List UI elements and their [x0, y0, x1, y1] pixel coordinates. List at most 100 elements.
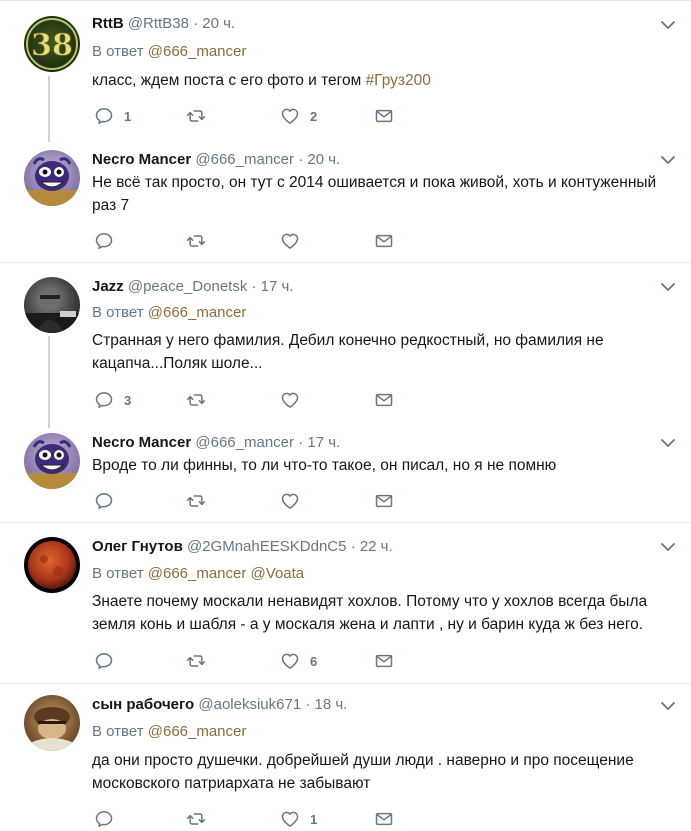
- like-button[interactable]: 6: [280, 649, 317, 673]
- retweet-icon: [186, 809, 206, 829]
- timestamp[interactable]: 20 ч.: [202, 15, 235, 32]
- direct-message-icon: [374, 651, 394, 671]
- timestamp[interactable]: 17 ч.: [307, 434, 340, 451]
- avatar[interactable]: [24, 695, 80, 751]
- retweet-button[interactable]: [186, 104, 206, 128]
- avatar[interactable]: [24, 537, 80, 593]
- tweet-text: Странная у него фамилия. Дебил конечно р…: [92, 332, 604, 372]
- username[interactable]: @aoleksiuk671: [198, 696, 301, 713]
- reply-icon: [94, 106, 114, 126]
- retweet-button[interactable]: [186, 807, 206, 831]
- like-icon: [280, 231, 300, 251]
- avatar-image: 38: [26, 18, 78, 70]
- reply-mention-link[interactable]: @666_mancer: [148, 723, 247, 740]
- reply-context: В ответ @666_mancer: [92, 723, 246, 741]
- retweet-icon: [186, 106, 206, 126]
- like-button[interactable]: [280, 229, 300, 253]
- like-button[interactable]: [280, 489, 300, 513]
- reply-prefix: В ответ: [92, 43, 144, 60]
- chevron-down-icon[interactable]: [660, 437, 676, 449]
- like-icon: [280, 651, 300, 671]
- like-button[interactable]: 2: [280, 104, 317, 128]
- reply-mention-link-2[interactable]: @Voata: [251, 565, 305, 582]
- tweet[interactable]: Necro Mancer @666_mancer · 20 ч. Не всё …: [0, 140, 691, 262]
- chevron-down-icon[interactable]: [660, 19, 676, 31]
- reply-mention-link[interactable]: @666_mancer: [148, 304, 247, 321]
- display-name[interactable]: Necro Mancer: [92, 434, 191, 451]
- tweet[interactable]: Necro Mancer @666_mancer · 17 ч. Вроде т…: [0, 423, 691, 522]
- display-name[interactable]: Олег Гнутов: [92, 538, 183, 555]
- timestamp[interactable]: 20 ч.: [307, 151, 340, 168]
- reply-button[interactable]: 3: [94, 388, 131, 412]
- display-name[interactable]: RttB: [92, 15, 124, 32]
- avatar-image: [28, 541, 76, 589]
- direct-message-button[interactable]: [374, 388, 394, 412]
- display-name[interactable]: Necro Mancer: [92, 151, 191, 168]
- reply-icon: [94, 231, 114, 251]
- direct-message-button[interactable]: [374, 489, 394, 513]
- like-icon: [280, 106, 300, 126]
- like-icon: [280, 491, 300, 511]
- avatar-image: [24, 157, 80, 206]
- like-button[interactable]: 1: [280, 807, 317, 831]
- timestamp[interactable]: 17 ч.: [261, 278, 294, 295]
- reply-button[interactable]: 1: [94, 104, 131, 128]
- avatar[interactable]: [24, 433, 80, 489]
- tweet[interactable]: 38 RttB @RttB38 · 20 ч. В ответ @666_man…: [0, 0, 691, 140]
- tweet[interactable]: сын рабочего @aoleksiuk671 · 18 ч. В отв…: [0, 684, 691, 831]
- like-icon: [280, 809, 300, 829]
- retweet-button[interactable]: [186, 489, 206, 513]
- reply-icon: [94, 491, 114, 511]
- reply-mention-link[interactable]: @666_mancer: [148, 565, 247, 582]
- retweet-button[interactable]: [186, 649, 206, 673]
- direct-message-icon: [374, 491, 394, 511]
- direct-message-button[interactable]: [374, 229, 394, 253]
- direct-message-icon: [374, 106, 394, 126]
- username[interactable]: @666_mancer: [195, 151, 294, 168]
- tweet-actions: [92, 229, 412, 253]
- timestamp[interactable]: 18 ч.: [315, 696, 348, 713]
- tweet-text: класс, ждем поста с его фото и тегом #Гр…: [92, 69, 672, 92]
- chevron-down-icon[interactable]: [660, 154, 676, 166]
- username[interactable]: @peace_Donetsk: [128, 278, 247, 295]
- tweet-actions: 1: [92, 807, 412, 831]
- avatar[interactable]: 38: [24, 16, 80, 72]
- chevron-down-icon[interactable]: [660, 700, 676, 712]
- reply-context: В ответ @666_mancer: [92, 304, 246, 322]
- display-name[interactable]: Jazz: [92, 278, 124, 295]
- tweet[interactable]: Jazz @peace_Donetsk · 17 ч. В ответ @666…: [0, 263, 691, 423]
- reply-button[interactable]: [94, 649, 114, 673]
- like-count: 1: [310, 811, 318, 827]
- dot-separator: ·: [298, 151, 304, 168]
- tweet-text-body: класс, ждем поста с его фото и тегом: [92, 72, 366, 89]
- direct-message-button[interactable]: [374, 104, 394, 128]
- reply-icon: [94, 651, 114, 671]
- reply-prefix: В ответ: [92, 723, 144, 740]
- direct-message-button[interactable]: [374, 807, 394, 831]
- username[interactable]: @2GMnahEESKDdnC5: [187, 538, 346, 555]
- reply-button[interactable]: [94, 489, 114, 513]
- tweet[interactable]: Олег Гнутов @2GMnahEESKDdnC5 · 22 ч. В о…: [0, 523, 691, 683]
- reply-mention-link[interactable]: @666_mancer: [148, 43, 247, 60]
- tweet-actions: 3: [92, 388, 412, 412]
- direct-message-button[interactable]: [374, 649, 394, 673]
- username[interactable]: @666_mancer: [195, 434, 294, 451]
- avatar[interactable]: [24, 277, 80, 333]
- like-button[interactable]: [280, 388, 300, 412]
- avatar-image: [24, 440, 80, 489]
- retweet-button[interactable]: [186, 229, 206, 253]
- retweet-button[interactable]: [186, 388, 206, 412]
- timestamp[interactable]: 22 ч.: [360, 538, 393, 555]
- reply-button[interactable]: [94, 229, 114, 253]
- display-name[interactable]: сын рабочего: [92, 696, 194, 713]
- reply-count: 1: [124, 108, 132, 124]
- chevron-down-icon[interactable]: [660, 541, 676, 553]
- reply-button[interactable]: [94, 807, 114, 831]
- username[interactable]: @RttB38: [128, 15, 189, 32]
- chevron-down-icon[interactable]: [660, 281, 676, 293]
- avatar[interactable]: [24, 150, 80, 206]
- tweet-text: Не всё так просто, он тут с 2014 ошивает…: [92, 174, 657, 214]
- tweet-header: сын рабочего @aoleksiuk671 · 18 ч.: [92, 696, 347, 714]
- dot-separator: ·: [193, 15, 199, 32]
- hashtag-link[interactable]: #Груз200: [366, 72, 431, 89]
